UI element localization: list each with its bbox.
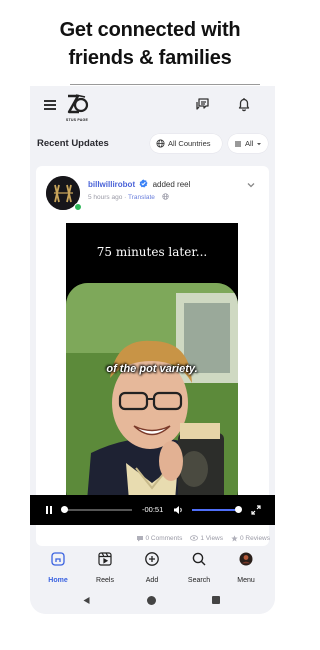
hamburger-menu-icon[interactable] [44,100,56,110]
post-action: added reel [152,180,191,189]
nav-reels-label: Reels [96,577,114,584]
promo-title-line-1: Get connected with [59,19,241,41]
post-card: billwillirobot added reel 5 hours ago · … [36,166,269,546]
recent-updates-title: Recent Updates [37,138,109,149]
search-icon [192,552,206,566]
type-filter-dropdown[interactable]: All [228,134,268,153]
promo-header: Get connected with friends & families [0,16,300,72]
post-meta: 5 hours ago · Translate [88,193,169,201]
home-icon [51,552,65,566]
type-filter-label: All [245,139,254,148]
video-time-remaining: -00:51 [142,505,164,514]
profile-avatar-icon [239,552,253,566]
logo-caption: STUS PAGE [65,118,89,122]
caret-down-icon [257,142,262,145]
pause-icon[interactable] [44,505,54,515]
list-icon [235,141,241,146]
nav-menu-label: Menu [237,577,255,584]
country-filter-dropdown[interactable]: All Countries [150,134,222,153]
post-stats: 0 Comments 1 Views 0 Reviews [120,532,270,544]
add-icon [145,552,159,566]
app-bar: STUS PAGE [30,86,275,126]
video-progress-knob[interactable] [61,506,69,513]
video-progress-bar[interactable] [61,506,132,513]
fullscreen-icon[interactable] [251,505,261,515]
post-header: billwillirobot added reel [88,179,190,189]
post-timestamp: 5 hours ago [88,194,123,201]
recent-updates-bar: Recent Updates All Countries All [30,130,275,158]
nav-add[interactable]: Add [132,551,172,587]
reviews-count: 0 Reviews [240,534,270,542]
views-stat: 1 Views [190,535,223,542]
online-status-dot [74,203,82,211]
nav-home[interactable]: Home [38,551,78,587]
volume-knob[interactable] [235,506,242,513]
back-icon[interactable] [82,596,91,605]
volume-icon[interactable] [173,505,184,515]
notifications-bell-icon[interactable] [236,96,252,112]
volume-fill [192,509,238,511]
country-filter-label: All Countries [168,139,211,148]
star-icon [231,534,238,541]
volume-slider[interactable] [192,506,242,513]
system-navigation-bar [30,587,275,614]
nav-add-label: Add [145,577,159,584]
phone-screen: STUS PAGE Recent Updates All Countries A… [30,86,275,614]
reels-icon [98,552,112,566]
nav-search[interactable]: Search [179,551,219,587]
reel-video[interactable]: 75 minutes later... of the pot variety. [66,223,238,523]
chevron-down-icon[interactable] [246,180,256,190]
video-caption: 75 minutes later... [96,245,208,259]
globe-icon [162,193,169,200]
eye-icon [190,535,199,541]
nav-home-label: Home [48,577,68,584]
comments-stat[interactable]: 0 Comments [136,534,183,542]
nav-menu[interactable]: Menu [226,551,266,587]
globe-icon [156,139,165,148]
nav-search-label: Search [187,577,211,584]
promo-title-line-2: friends & families [68,47,232,69]
video-subtitle: of the pot variety. [106,363,198,375]
reviews-stat[interactable]: 0 Reviews [231,535,270,542]
video-controls: -00:51 [30,495,275,525]
video-frame [66,283,238,513]
nav-reels[interactable]: Reels [85,551,125,587]
messages-icon[interactable] [194,96,210,112]
home-button-icon[interactable] [147,596,156,605]
promo-divider [70,84,260,85]
recent-apps-icon[interactable] [212,596,220,604]
views-count: 1 Views [200,534,224,542]
comment-icon [136,535,143,541]
post-username[interactable]: billwillirobot [88,180,135,189]
verified-badge-icon [139,179,148,188]
bottom-navigation: Home Reels Add Search Menu [30,549,275,587]
app-logo[interactable]: STUS PAGE [64,92,90,122]
translate-link[interactable]: Translate [128,194,155,201]
comments-count: 0 Comments [145,534,183,542]
